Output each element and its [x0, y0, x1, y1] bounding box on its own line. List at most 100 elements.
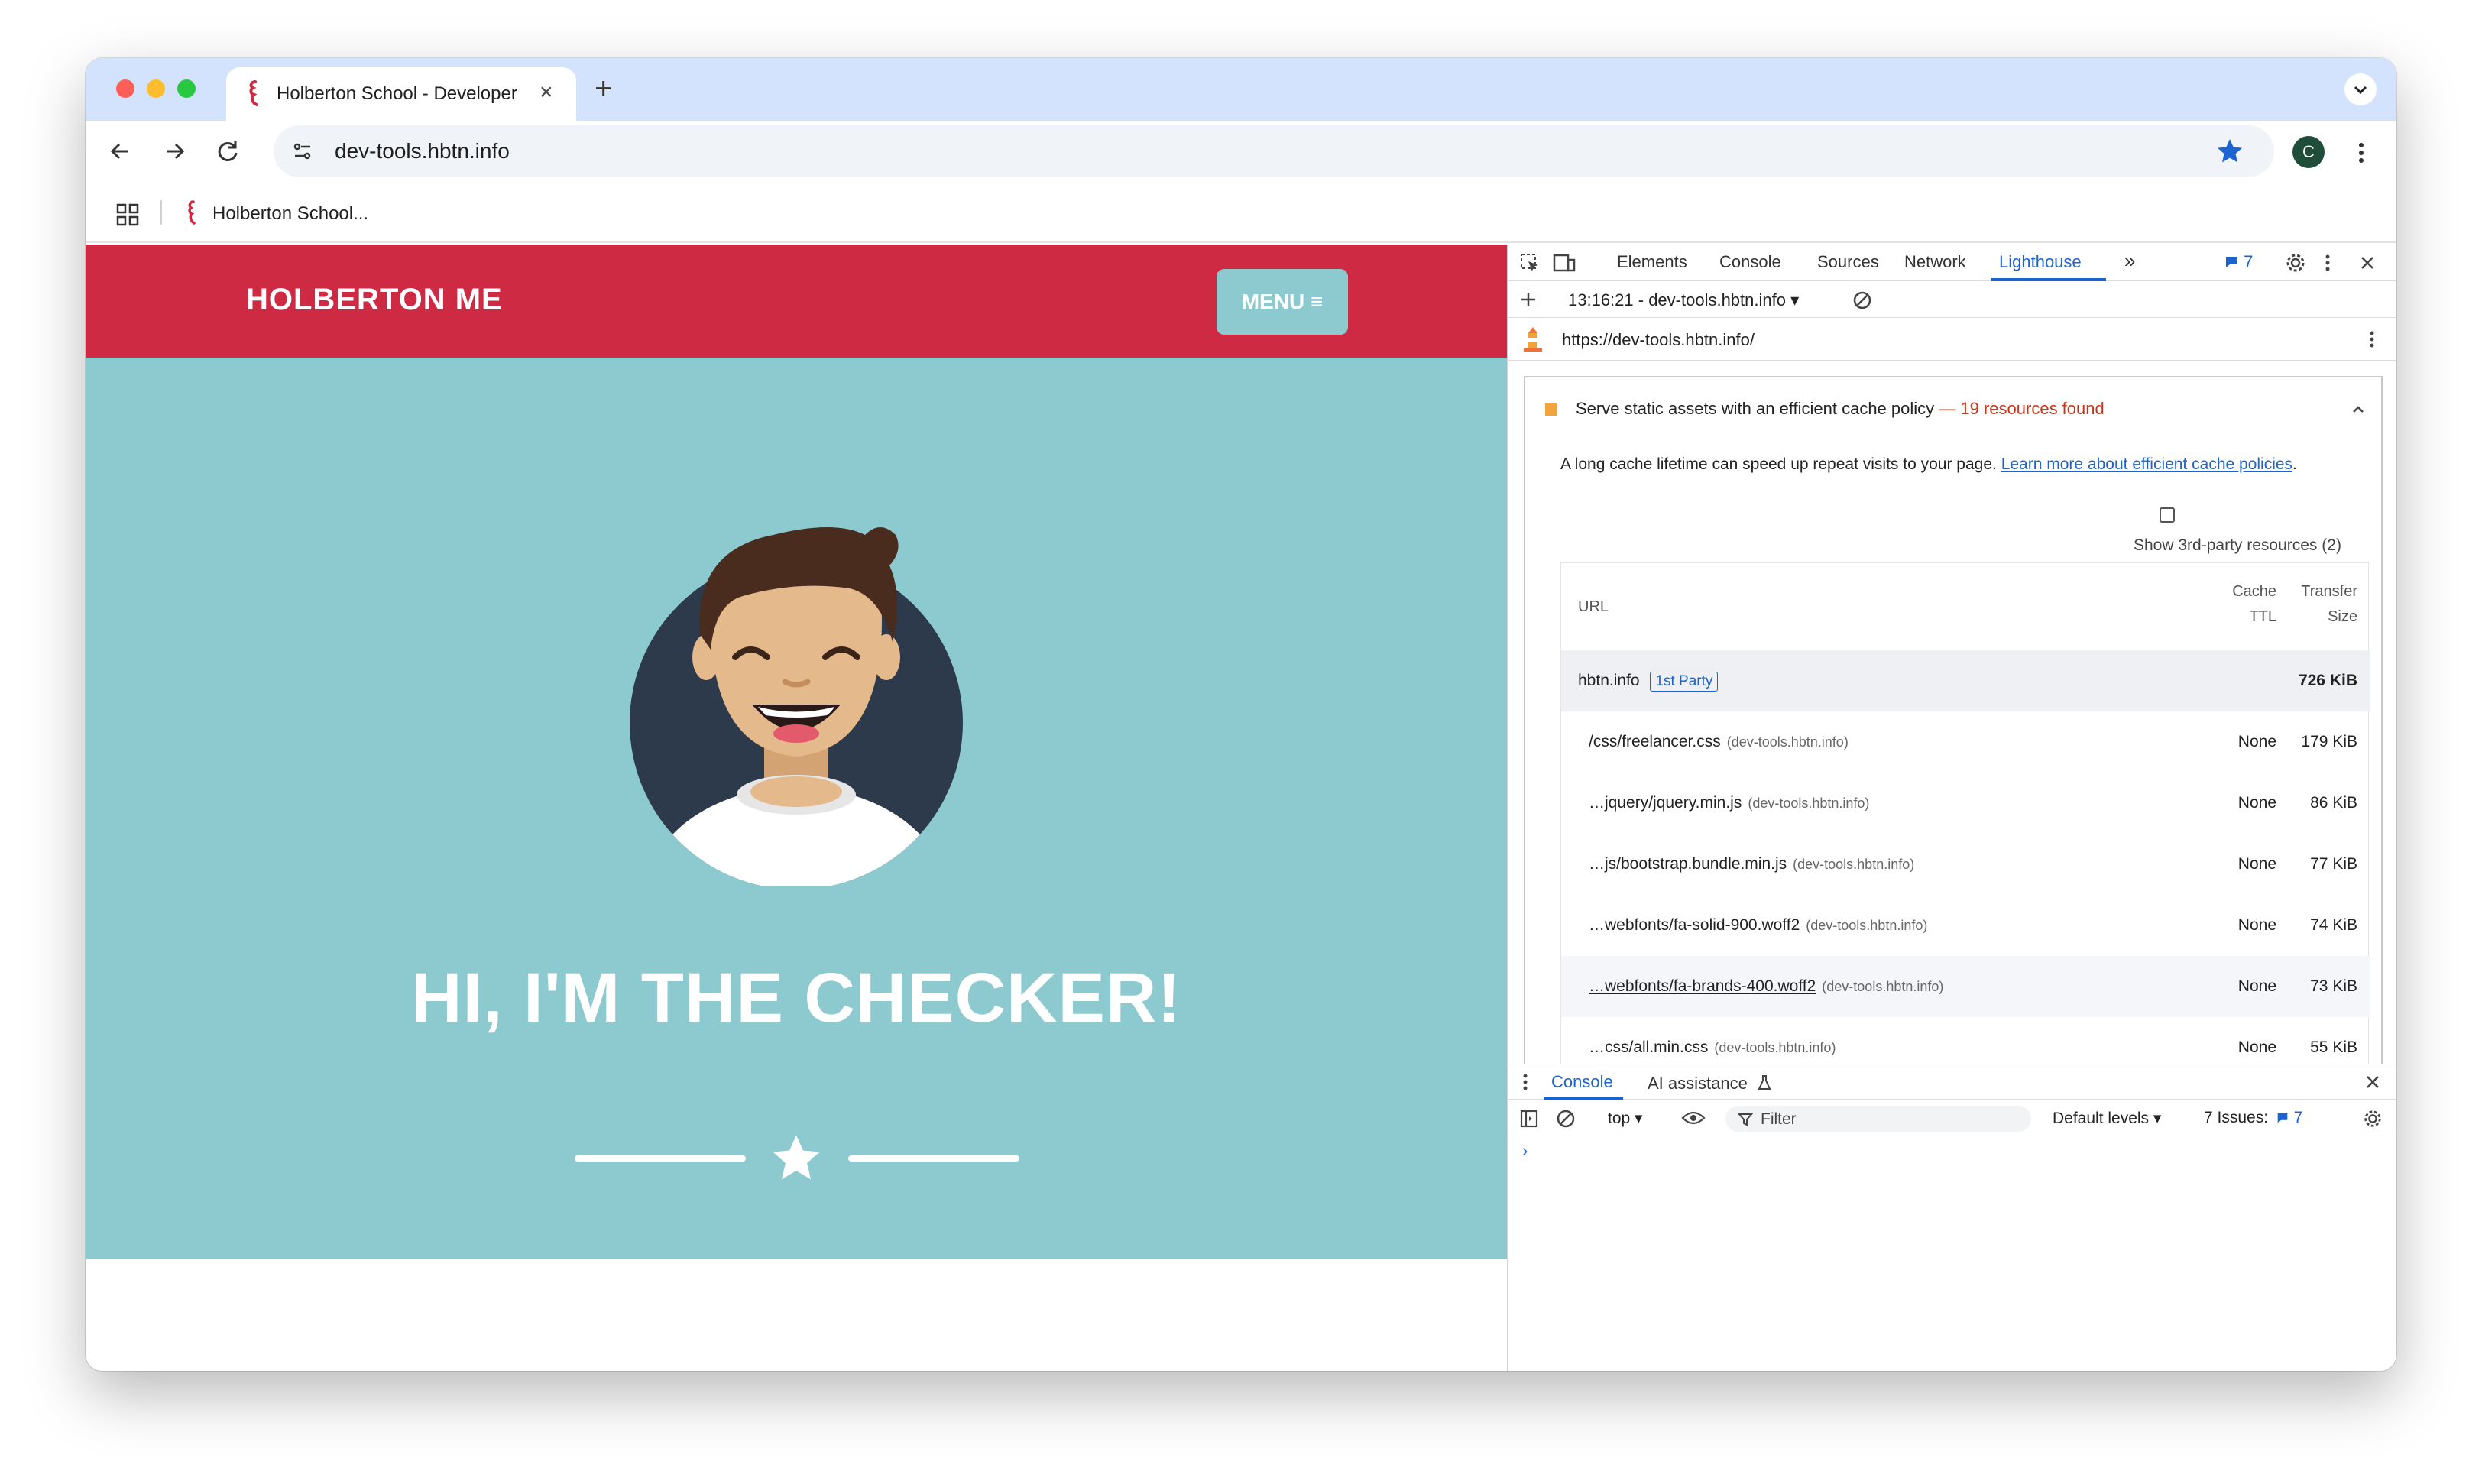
new-tab-button[interactable]: + [595, 73, 612, 104]
table-row[interactable]: /css/freelancer.css (dev-tools.hbtn.info)… [1561, 711, 2370, 773]
url-text: dev-tools.hbtn.info [335, 139, 510, 163]
maximize-window-button[interactable] [177, 79, 196, 98]
console-issues-button[interactable]: 7 Issues: 7 [2204, 1109, 2302, 1127]
site-navbar: HOLBERTON ME MENU ≡ [86, 245, 1507, 358]
menu-button[interactable]: MENU ≡ [1217, 269, 1348, 335]
settings-gear-icon[interactable] [2285, 252, 2306, 274]
bookmarks-divider [160, 200, 162, 225]
report-selector[interactable]: 13:16:21 - dev-tools.hbtn.info ▾ [1568, 290, 1799, 310]
flask-icon [1758, 1075, 1771, 1090]
report-url-bar: https://dev-tools.hbtn.info/ [1508, 318, 2396, 361]
message-icon [2277, 1113, 2288, 1123]
browser-window: Holberton School - Developer × + dev-too… [86, 58, 2396, 1371]
first-party-badge: 1st Party [1650, 672, 1719, 692]
context-selector[interactable]: top ▾ [1608, 1109, 1643, 1128]
seahorse-favicon-icon [249, 80, 258, 106]
tab-network[interactable]: Network [1904, 252, 1966, 272]
devtools-panel: Elements Console Sources Network Lightho… [1507, 245, 2396, 1371]
close-devtools-icon[interactable] [2358, 254, 2377, 272]
address-bar[interactable]: dev-tools.hbtn.info [274, 125, 2274, 177]
drawer-tabbar: Console AI assistance [1508, 1064, 2396, 1100]
tab-lighthouse[interactable]: Lighthouse [1999, 252, 2082, 272]
row-url: …jquery/jquery.min.js (dev-tools.hbtn.inf… [1589, 794, 1870, 812]
page-viewport: HOLBERTON ME MENU ≡ HI, I'M THE CHECKER! [86, 245, 1507, 1259]
drawer-tab-ai-assistance[interactable]: AI assistance [1648, 1072, 1772, 1094]
issues-counter[interactable]: 7 [2224, 252, 2253, 272]
drawer-menu-icon[interactable] [1521, 1072, 1530, 1092]
close-tab-icon[interactable]: × [539, 81, 553, 104]
row-url: …css/all.min.css (dev-tools.hbtn.info) [1589, 1038, 1836, 1056]
table-row[interactable]: …webfonts/fa-brands-400.woff2 (dev-tools.… [1561, 956, 2370, 1017]
filter-funnel-icon [1738, 1113, 1753, 1126]
chevron-down-icon [2354, 86, 2367, 95]
tab-search-button[interactable] [2344, 73, 2377, 105]
site-brand[interactable]: HOLBERTON ME [246, 283, 503, 317]
console-prompt[interactable]: › [1522, 1141, 1528, 1161]
close-window-button[interactable] [116, 79, 134, 98]
profile-avatar[interactable]: C [2292, 136, 2325, 168]
drawer-tab-console[interactable]: Console [1551, 1072, 1613, 1092]
bookmark-star-icon[interactable] [2215, 136, 2245, 167]
row-size: 179 KiB [2301, 733, 2357, 750]
devtools-kebab-icon[interactable] [2322, 252, 2334, 274]
table-row[interactable]: …webfonts/fa-solid-900.woff2 (dev-tools.h… [1561, 895, 2370, 956]
browser-tab[interactable]: Holberton School - Developer × [226, 67, 576, 121]
apps-grid-icon[interactable] [116, 203, 139, 226]
lighthouse-toolbar: 13:16:21 - dev-tools.hbtn.info ▾ [1508, 281, 2396, 318]
tab-sources[interactable]: Sources [1817, 252, 1879, 272]
lighthouse-logo-icon [1524, 327, 1542, 352]
issues-count: 7 [2244, 252, 2254, 271]
audit-description: A long cache lifetime can speed up repea… [1560, 455, 2297, 473]
third-party-checkbox[interactable] [2160, 507, 2175, 523]
kebab-menu-icon[interactable] [2346, 138, 2377, 168]
row-ttl: None [2237, 794, 2276, 812]
row-size: 74 KiB [2310, 916, 2357, 934]
eye-icon[interactable] [1681, 1109, 1706, 1127]
sidebar-toggle-icon[interactable] [1519, 1109, 1539, 1129]
row-ttl: None [2237, 855, 2276, 873]
group-name: hbtn.info 1st Party [1578, 672, 1719, 692]
message-icon [2226, 257, 2237, 267]
back-arrow-icon[interactable] [105, 136, 136, 167]
console-drawer: Console AI assistance top ▾ Filter Defau… [1508, 1064, 2396, 1371]
learn-more-link[interactable]: Learn more about efficient cache policie… [2001, 455, 2292, 473]
add-report-icon[interactable] [1519, 290, 1537, 309]
close-drawer-icon[interactable] [2364, 1074, 2381, 1090]
resources-table: URL Cache TTL Transfer Size hbtn.info 1s… [1560, 562, 2370, 1064]
tab-title: Holberton School - Developer [277, 83, 517, 104]
column-header-size: Transfer Size [2301, 583, 2357, 625]
divider-line-left [575, 1155, 746, 1162]
tab-strip: Holberton School - Developer × + [86, 58, 2396, 121]
inspect-element-icon[interactable] [1519, 252, 1541, 274]
console-settings-icon[interactable] [2363, 1109, 2383, 1129]
tab-console[interactable]: Console [1719, 252, 1781, 272]
audit-title: Serve static assets with an efficient ca… [1576, 399, 2105, 418]
table-row[interactable]: …js/bootstrap.bundle.min.js (dev-tools.hb… [1561, 834, 2370, 895]
tab-elements[interactable]: Elements [1617, 252, 1687, 272]
more-tabs-icon[interactable]: » [2124, 249, 2135, 273]
report-menu-icon[interactable] [2366, 329, 2378, 350]
clear-console-icon[interactable] [1556, 1109, 1576, 1129]
log-levels-dropdown[interactable]: Default levels ▾ [2053, 1109, 2161, 1128]
clear-reports-icon[interactable] [1852, 290, 1872, 310]
third-party-label: Show 3rd-party resources (2) [2134, 536, 2341, 554]
divider-line-right [848, 1155, 1019, 1162]
audit-header[interactable]: Serve static assets with an efficient ca… [1525, 377, 2381, 442]
table-row[interactable]: …css/all.min.css (dev-tools.hbtn.info) No… [1561, 1017, 2370, 1064]
audit-panel: Serve static assets with an efficient ca… [1524, 376, 2383, 1064]
minimize-window-button[interactable] [147, 79, 165, 98]
warning-square-icon [1545, 403, 1557, 416]
device-toolbar-icon[interactable] [1553, 252, 1576, 274]
reload-icon[interactable] [212, 136, 243, 167]
filter-input[interactable]: Filter [1725, 1106, 2031, 1132]
forward-arrow-icon[interactable] [159, 136, 190, 167]
site-settings-icon[interactable] [290, 139, 315, 164]
row-url: …js/bootstrap.bundle.min.js (dev-tools.hb… [1589, 855, 1915, 873]
table-row[interactable]: …jquery/jquery.min.js (dev-tools.hbtn.inf… [1561, 773, 2370, 834]
row-size: 55 KiB [2310, 1038, 2357, 1056]
column-header-url: URL [1578, 598, 1609, 615]
table-group-row: hbtn.info 1st Party 726 KiB [1561, 650, 2370, 711]
browser-toolbar: dev-tools.hbtn.info C [86, 121, 2396, 183]
chevron-up-icon[interactable] [2349, 400, 2367, 419]
row-size: 77 KiB [2310, 855, 2357, 873]
